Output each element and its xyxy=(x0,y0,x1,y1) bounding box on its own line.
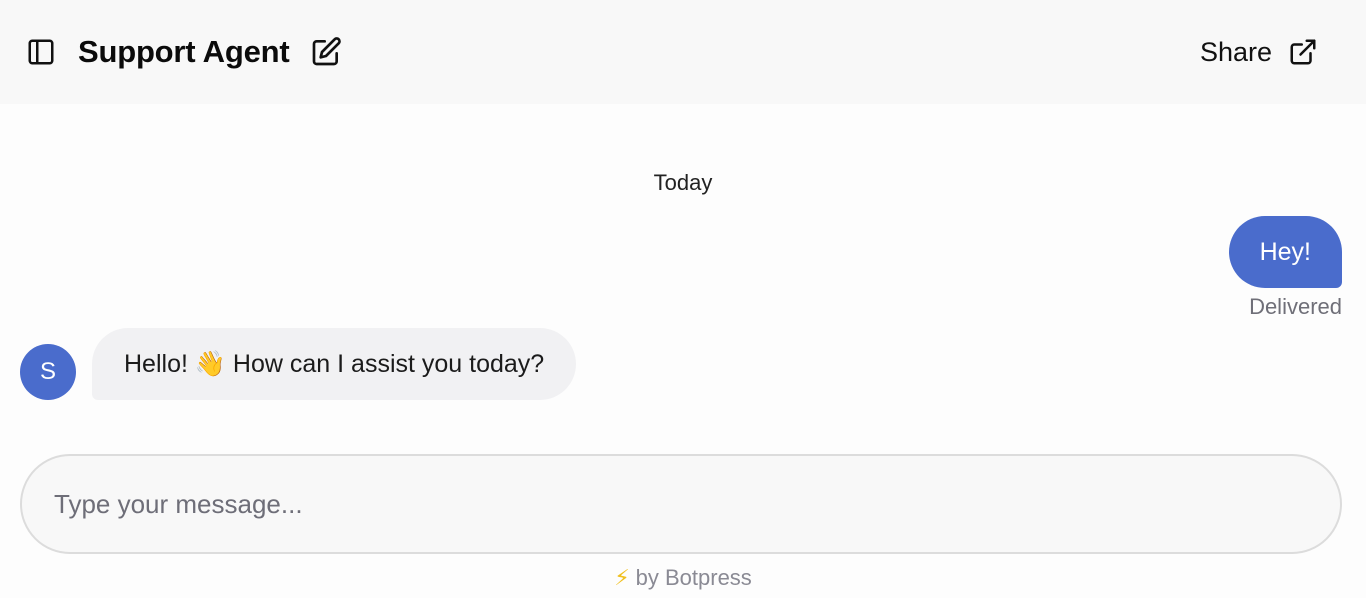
external-link-icon xyxy=(1288,37,1318,67)
message-status: Delivered xyxy=(1249,294,1342,319)
lightning-icon: ⚡ xyxy=(614,565,630,590)
bot-avatar: S xyxy=(20,344,76,400)
message-composer xyxy=(20,454,1342,554)
footer-text: by Botpress xyxy=(635,565,752,590)
sidebar-toggle-icon[interactable] xyxy=(26,37,56,67)
edit-icon[interactable] xyxy=(310,36,342,68)
page-title: Support Agent xyxy=(78,34,290,69)
user-message-bubble: Hey! xyxy=(1228,216,1342,288)
message-input[interactable] xyxy=(54,488,1308,520)
powered-by-footer[interactable]: ⚡ by Botpress xyxy=(0,565,1366,591)
date-separator: Today xyxy=(653,170,713,195)
share-button[interactable]: Share xyxy=(1200,37,1318,68)
share-label: Share xyxy=(1199,36,1272,67)
bot-message-bubble: Hello! 👋 How can I assist you today? xyxy=(92,328,577,400)
header-left: Support Agent xyxy=(26,34,342,70)
chat-header: Support Agent Share xyxy=(0,0,1366,104)
